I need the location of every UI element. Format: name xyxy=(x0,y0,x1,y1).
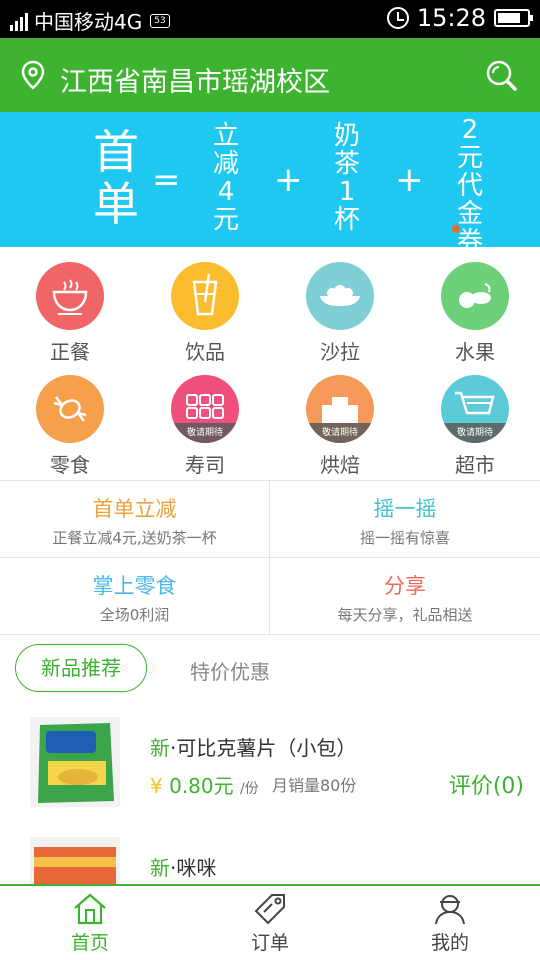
category-label: 零食 xyxy=(50,453,90,477)
time-text: 15:28 xyxy=(416,4,486,32)
category-label: 烘焙 xyxy=(320,453,360,477)
category-bakery[interactable]: 敬请期待 烘焙 xyxy=(290,375,390,478)
category-supermarket[interactable]: 敬请期待 超市 xyxy=(425,375,525,478)
signal-icon xyxy=(10,11,28,31)
status-left: 中国移动4G 53 xyxy=(10,6,170,35)
location-title[interactable]: 江西省南昌市瑶湖校区 xyxy=(60,60,330,99)
promo-first-order[interactable]: 首单立减 正餐立减4元,送奶茶一杯 xyxy=(0,480,270,557)
category-drinks[interactable]: 饮品 xyxy=(155,262,255,365)
hd-badge: 53 xyxy=(150,13,170,28)
promo-subtitle: 摇一摇有惊喜 xyxy=(359,529,450,547)
promo-subtitle: 全场0利润 xyxy=(99,606,170,624)
banner-item-2: 奶茶1杯 xyxy=(333,121,360,235)
category-sushi[interactable]: 敬请期待 寿司 xyxy=(155,375,255,478)
app-header: 江西省南昌市瑶湖校区 xyxy=(0,38,540,112)
category-label: 正餐 xyxy=(50,340,90,364)
review-link[interactable]: 评价(0) xyxy=(449,768,524,800)
tab-special-offers[interactable]: 特价优惠 xyxy=(190,656,270,685)
tab-new-products[interactable]: 新品推荐 xyxy=(15,644,147,692)
promo-share[interactable]: 分享 每天分享，礼品相送 xyxy=(270,557,540,634)
promo-title: 摇一摇 xyxy=(373,497,437,521)
alarm-icon xyxy=(386,7,409,29)
candy-icon xyxy=(36,375,104,443)
coming-soon-badge: 敬请期待 xyxy=(441,423,509,443)
promo-shake[interactable]: 摇一摇 摇一摇有惊喜 xyxy=(270,480,540,557)
cake-icon: 敬请期待 xyxy=(306,375,374,443)
promo-subtitle: 正餐立减4元,送奶茶一杯 xyxy=(52,529,217,547)
coming-soon-badge: 敬请期待 xyxy=(171,423,239,443)
nav-label: 订单 xyxy=(250,932,289,954)
category-label: 超市 xyxy=(455,453,495,477)
price-value: 0.80元 xyxy=(169,774,234,798)
category-label: 水果 xyxy=(455,340,495,364)
product-price: ¥ 0.80元 /份 xyxy=(150,770,259,799)
monthly-sales: 月销量80份 xyxy=(272,776,357,795)
banner-item-1: 立减4元 xyxy=(212,121,239,235)
sushi-icon: 敬请期待 xyxy=(171,375,239,443)
category-salad[interactable]: 沙拉 xyxy=(290,262,390,365)
category-label: 沙拉 xyxy=(320,340,360,364)
banner-plus-2: + xyxy=(395,160,424,200)
nav-orders[interactable]: 订单 xyxy=(220,892,320,955)
divider xyxy=(0,634,540,635)
fruit-icon xyxy=(441,262,509,330)
promo-title: 掌上零食 xyxy=(92,574,177,598)
price-unit: /份 xyxy=(239,781,259,797)
nav-label: 首页 xyxy=(70,932,109,954)
category-snacks[interactable]: 零食 xyxy=(20,375,120,478)
search-icon[interactable] xyxy=(484,58,518,92)
category-meal[interactable]: 正餐 xyxy=(20,262,120,365)
battery-icon xyxy=(494,9,533,27)
carrier-text: 中国移动4G xyxy=(34,10,143,34)
new-tag: 新 xyxy=(150,856,170,880)
yen-icon: ¥ xyxy=(150,774,163,798)
product-name[interactable]: 新·咪咪 xyxy=(150,852,216,881)
promo-title: 首单立减 xyxy=(92,497,177,521)
carousel-indicator[interactable] xyxy=(452,225,460,233)
banner-equals: = xyxy=(152,160,181,200)
new-tag: 新 xyxy=(150,736,170,760)
banner-plus-1: + xyxy=(274,160,303,200)
user-icon xyxy=(435,895,465,925)
category-fruit[interactable]: 水果 xyxy=(425,262,525,365)
product-title: ·咪咪 xyxy=(170,856,217,880)
home-icon xyxy=(74,893,106,925)
product-image[interactable] xyxy=(30,837,120,884)
nav-home[interactable]: 首页 xyxy=(40,892,140,955)
status-bar: 中国移动4G 53 15:28 xyxy=(0,0,540,38)
banner-headline: 首单 xyxy=(93,125,139,231)
nav-label: 我的 xyxy=(430,932,469,954)
promo-title: 分享 xyxy=(384,574,426,598)
product-name[interactable]: 新·可比克薯片（小包） xyxy=(150,732,356,761)
product-title: ·可比克薯片（小包） xyxy=(170,736,357,760)
nav-profile[interactable]: 我的 xyxy=(400,892,500,955)
promo-snacks[interactable]: 掌上零食 全场0利润 xyxy=(0,557,270,634)
product-image[interactable] xyxy=(30,717,120,807)
location-pin-icon[interactable] xyxy=(20,60,46,90)
category-label: 饮品 xyxy=(185,340,225,364)
tag-icon xyxy=(254,894,285,925)
status-right: 15:28 xyxy=(386,4,533,32)
salad-icon xyxy=(306,262,374,330)
bowl-icon xyxy=(36,262,104,330)
category-label: 寿司 xyxy=(185,453,225,477)
coming-soon-badge: 敬请期待 xyxy=(306,423,374,443)
promo-subtitle: 每天分享，礼品相送 xyxy=(337,606,473,624)
bottom-nav: 首页 订单 我的 xyxy=(0,884,540,960)
drink-icon xyxy=(171,262,239,330)
cart-icon: 敬请期待 xyxy=(441,375,509,443)
